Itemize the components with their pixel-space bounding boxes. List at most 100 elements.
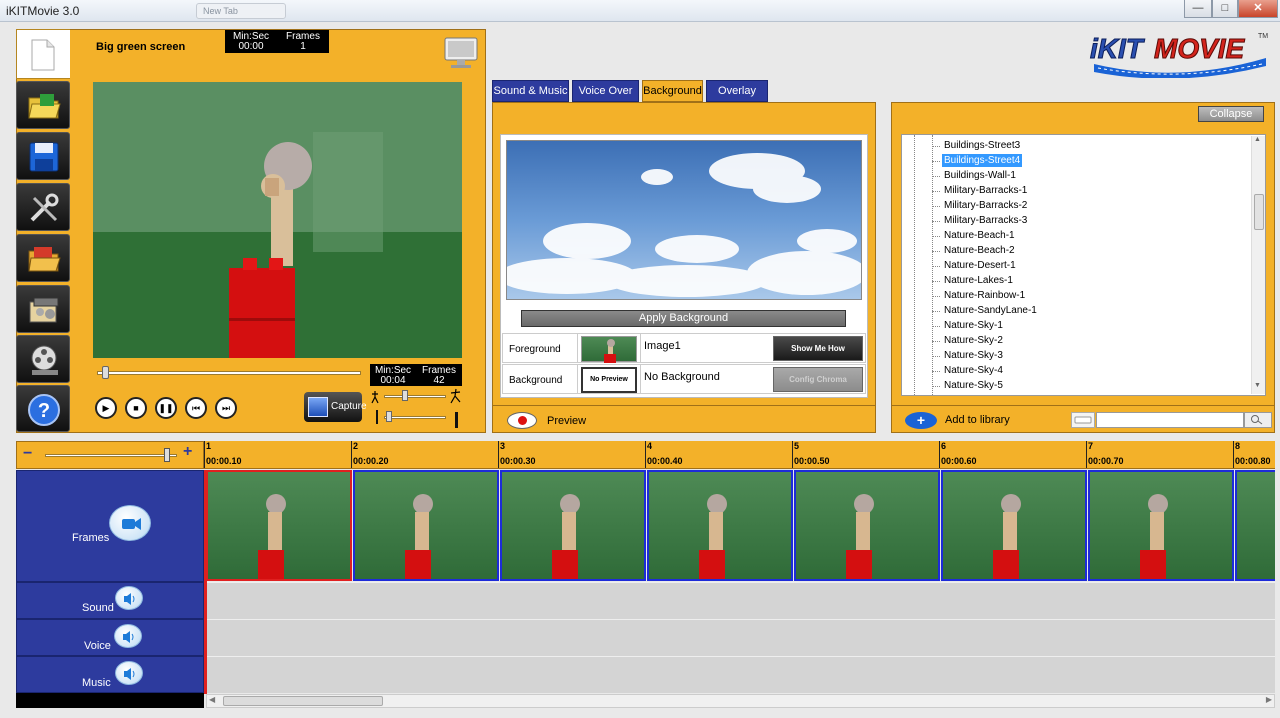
frame-thumbnail[interactable] bbox=[941, 470, 1087, 581]
onion-skin-slider[interactable] bbox=[384, 395, 446, 398]
scroll-left-arrow[interactable]: ◀ bbox=[209, 695, 215, 704]
playback-scrub-handle[interactable] bbox=[102, 366, 110, 379]
onion-skin-handle[interactable] bbox=[402, 390, 408, 401]
frame-thumbnail[interactable] bbox=[1235, 470, 1275, 581]
frame-thumbnail[interactable] bbox=[647, 470, 793, 581]
show-me-how-button[interactable]: Show Me How bbox=[773, 336, 863, 361]
zoom-in-button[interactable]: + bbox=[183, 443, 192, 461]
frame-lego-body bbox=[856, 512, 870, 550]
background-library-tree[interactable]: Buildings-Street3 Buildings-Street4 Buildi… bbox=[901, 134, 1266, 396]
library-item[interactable]: Nature-Rainbow-1 bbox=[942, 289, 1027, 302]
library-search-input[interactable] bbox=[1096, 412, 1244, 428]
frame-thumbnail[interactable] bbox=[794, 470, 940, 581]
frames-track[interactable] bbox=[206, 470, 1275, 582]
library-scrollbar[interactable]: ▲ ▼ bbox=[1251, 136, 1265, 394]
library-item[interactable]: Buildings-Street4 bbox=[942, 154, 1023, 167]
frame-brick bbox=[699, 550, 725, 579]
camera-live-view bbox=[93, 82, 462, 358]
export-movie-button[interactable] bbox=[16, 335, 70, 383]
background-value: No Background bbox=[644, 371, 720, 383]
record-preview-icon[interactable] bbox=[507, 412, 537, 429]
add-to-library-button[interactable]: + Add to library bbox=[891, 405, 1041, 433]
media-import-button[interactable] bbox=[16, 285, 70, 333]
maximize-button[interactable]: □ bbox=[1212, 0, 1238, 18]
library-scroll-thumb[interactable] bbox=[1254, 194, 1264, 230]
library-item[interactable]: Nature-Lakes-1 bbox=[942, 274, 1015, 287]
play-button[interactable]: ▶ bbox=[95, 397, 117, 419]
library-item[interactable]: Military-Barracks-3 bbox=[942, 214, 1029, 227]
zoom-slider-track[interactable] bbox=[45, 454, 177, 457]
tree-connector bbox=[932, 326, 940, 327]
scroll-up-arrow[interactable]: ▲ bbox=[1254, 136, 1261, 143]
frame-brick bbox=[1140, 550, 1166, 579]
pause-button[interactable]: ❚❚ bbox=[155, 397, 177, 419]
voice-track[interactable] bbox=[206, 619, 1275, 656]
capture-button[interactable]: Capture bbox=[304, 392, 367, 422]
frame-brick bbox=[405, 550, 431, 579]
music-track[interactable] bbox=[206, 656, 1275, 693]
stop-button[interactable]: ■ bbox=[125, 397, 147, 419]
library-item[interactable]: Buildings-Wall-1 bbox=[942, 169, 1018, 182]
preview-label[interactable]: Preview bbox=[547, 415, 586, 427]
help-button[interactable]: ? bbox=[16, 385, 70, 432]
zoom-out-button[interactable]: − bbox=[23, 445, 32, 463]
config-chroma-button[interactable]: Config Chroma bbox=[773, 367, 863, 392]
library-item[interactable]: Nature-Beach-1 bbox=[942, 229, 1017, 242]
apply-background-button[interactable]: Apply Background bbox=[521, 310, 846, 327]
frame-lego-body bbox=[1150, 512, 1164, 550]
foreground-label: Foreground bbox=[509, 344, 561, 355]
tab-sound-music[interactable]: Sound & Music bbox=[492, 80, 569, 102]
frame-thumbnail[interactable] bbox=[1088, 470, 1234, 581]
close-button[interactable]: ✕ bbox=[1238, 0, 1278, 18]
scroll-down-arrow[interactable]: ▼ bbox=[1254, 382, 1261, 389]
zoom-slider-handle[interactable] bbox=[163, 448, 170, 462]
library-item[interactable]: Nature-Sky-3 bbox=[942, 349, 1005, 362]
tree-connector bbox=[932, 356, 940, 357]
save-project-button[interactable] bbox=[16, 132, 70, 180]
sound-track[interactable] bbox=[206, 582, 1275, 619]
library-item[interactable]: Nature-Sky-1 bbox=[942, 319, 1005, 332]
previous-frame-button[interactable]: ⏮ bbox=[185, 397, 207, 419]
tick-time-label: 00:00.60 bbox=[941, 456, 977, 466]
library-item[interactable]: Nature-Sky-4 bbox=[942, 364, 1005, 377]
clear-search-button[interactable] bbox=[1071, 412, 1095, 428]
timeline-scroll-thumb[interactable] bbox=[223, 696, 383, 706]
tab-voice-over[interactable]: Voice Over bbox=[572, 80, 639, 102]
monitor-icon[interactable] bbox=[443, 36, 479, 70]
library-item[interactable]: Military-Barracks-1 bbox=[942, 184, 1029, 197]
collapse-button[interactable]: Collapse bbox=[1198, 106, 1264, 122]
frame-brick bbox=[993, 550, 1019, 579]
help-glyph: ? bbox=[38, 400, 50, 422]
frame-thumbnail[interactable] bbox=[500, 470, 646, 581]
minimize-button[interactable]: — bbox=[1184, 0, 1212, 18]
library-item[interactable]: Nature-Desert-1 bbox=[942, 259, 1018, 272]
library-item[interactable]: Buildings-Street3 bbox=[942, 139, 1022, 152]
timeline-ruler[interactable]: 1 00:00.10 2 00:00.20 3 00:00.30 4 00:00.40 5 00:… bbox=[204, 441, 1275, 469]
projects-folder-button[interactable] bbox=[16, 234, 70, 282]
tab-overlay[interactable]: Overlay bbox=[706, 80, 768, 102]
frame-lego-head bbox=[1001, 494, 1021, 514]
playback-scrub-track[interactable] bbox=[97, 371, 361, 375]
tab-background[interactable]: Background bbox=[642, 80, 703, 102]
tree-connector bbox=[932, 281, 940, 282]
timeline-playhead[interactable] bbox=[204, 470, 207, 694]
library-item[interactable]: Nature-Sky-5 bbox=[942, 379, 1005, 392]
library-item[interactable]: Nature-SandyLane-1 bbox=[942, 304, 1039, 317]
music-track-header: Music bbox=[16, 656, 204, 693]
ruler-tick: 7 00:00.70 bbox=[1086, 441, 1124, 468]
next-frame-button[interactable]: ⏭ bbox=[215, 397, 237, 419]
library-item[interactable]: Military-Barracks-2 bbox=[942, 199, 1029, 212]
library-item[interactable]: Nature-Beach-2 bbox=[942, 244, 1017, 257]
timeline-scrollbar[interactable]: ◀ ▶ bbox=[206, 694, 1275, 708]
scroll-right-arrow[interactable]: ▶ bbox=[1266, 695, 1272, 704]
frame-thumbnail[interactable] bbox=[206, 470, 352, 581]
settings-tools-button[interactable] bbox=[16, 183, 70, 231]
library-item[interactable]: Nature-Sky-2 bbox=[942, 334, 1005, 347]
open-project-button[interactable] bbox=[16, 81, 70, 129]
opacity-handle[interactable] bbox=[386, 411, 392, 422]
tree-connector bbox=[932, 161, 940, 162]
opacity-slider[interactable] bbox=[384, 416, 446, 419]
new-document-button[interactable] bbox=[16, 29, 70, 79]
frame-thumbnail[interactable] bbox=[353, 470, 499, 581]
library-search-button[interactable] bbox=[1244, 412, 1272, 428]
